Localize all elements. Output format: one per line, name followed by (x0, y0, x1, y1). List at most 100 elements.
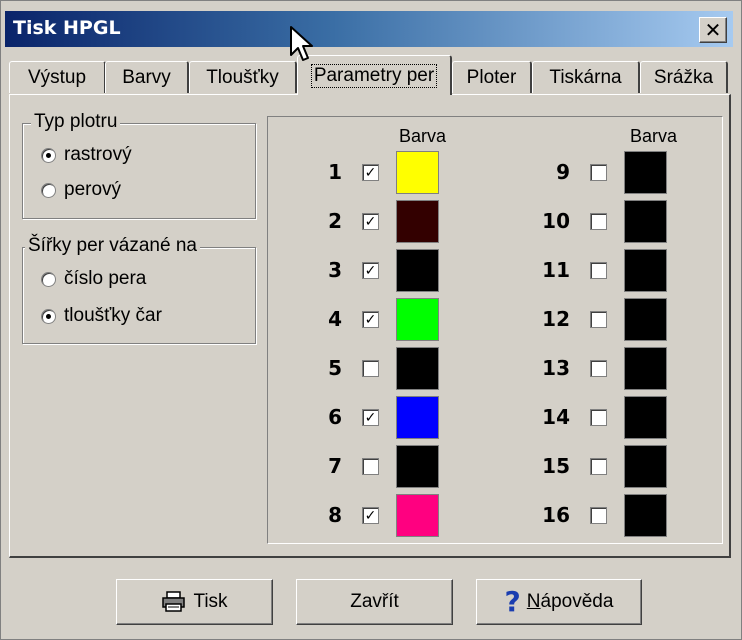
pen-row: 3 ✓ (308, 249, 518, 293)
pen-row: 6 ✓ (308, 396, 518, 440)
question-mark-icon: ? (504, 585, 521, 618)
radio-button[interactable] (41, 308, 56, 324)
print-button[interactable]: Tisk (116, 579, 273, 625)
tab-vystup[interactable]: Výstup (9, 61, 106, 93)
radio-cislo-pera[interactable]: číslo pera (41, 268, 146, 290)
pen-number: 9 (556, 160, 570, 184)
pen-enabled-checkbox[interactable]: ✓ (362, 213, 379, 230)
pen-color-swatch[interactable] (624, 200, 667, 243)
radio-tloustky-car[interactable]: tloušťky čar (41, 305, 162, 327)
pen-enabled-checkbox[interactable] (590, 507, 607, 524)
pen-number: 6 (328, 405, 342, 429)
pen-row: 15 (536, 445, 742, 489)
radio-label: rastrový (64, 144, 132, 165)
pen-color-swatch[interactable] (396, 396, 439, 439)
close-dialog-button[interactable]: Zavřít (296, 579, 453, 625)
pen-color-swatch[interactable] (396, 347, 439, 390)
tab-barvy[interactable]: Barvy (105, 61, 189, 93)
radio-rastrovy[interactable]: rastrový (41, 144, 132, 166)
pen-enabled-checkbox[interactable] (590, 262, 607, 279)
pen-color-swatch[interactable] (624, 494, 667, 537)
pen-number: 13 (542, 356, 570, 380)
close-button-label: Zavřít (350, 591, 399, 612)
pen-row: 8 ✓ (308, 494, 518, 538)
pen-color-swatch[interactable] (624, 396, 667, 439)
pen-enabled-checkbox[interactable]: ✓ (362, 311, 379, 328)
pen-number: 3 (328, 258, 342, 282)
pen-enabled-checkbox[interactable] (590, 458, 607, 475)
pen-row: 13 (536, 347, 742, 391)
radio-label: číslo pera (64, 268, 147, 289)
window-title: Tisk HPGL (13, 17, 121, 39)
pen-color-swatch[interactable] (396, 445, 439, 488)
close-icon: ✕ (704, 18, 722, 42)
plot-type-legend: Typ plotru (31, 111, 121, 133)
pen-enabled-checkbox[interactable] (590, 213, 607, 230)
dialog-window: Tisk HPGL ✕ Výstup Barvy Tloušťky Parame… (0, 0, 742, 640)
radio-button[interactable] (41, 182, 56, 198)
pen-enabled-checkbox[interactable]: ✓ (362, 164, 379, 181)
help-button-label: Nápověda (526, 591, 614, 612)
help-button[interactable]: ? Nápověda (476, 579, 642, 625)
pen-color-swatch[interactable] (624, 347, 667, 390)
pen-enabled-checkbox[interactable] (590, 164, 607, 181)
pen-color-swatch[interactable] (396, 298, 439, 341)
close-button[interactable]: ✕ (699, 17, 727, 43)
plot-type-group: Typ plotru rastrový perový (22, 111, 256, 219)
pen-enabled-checkbox[interactable] (362, 458, 379, 475)
tab-tiskarna[interactable]: Tiskárna (532, 61, 640, 93)
pen-width-legend: Šířky per vázané na (25, 235, 200, 257)
pen-enabled-checkbox[interactable]: ✓ (362, 507, 379, 524)
tab-parametry-per[interactable]: Parametry per (297, 55, 452, 95)
pen-row: 14 (536, 396, 742, 440)
pen-number: 15 (542, 454, 570, 478)
mouse-cursor-icon (290, 26, 313, 61)
printer-icon (162, 591, 186, 612)
radio-perovy[interactable]: perový (41, 179, 121, 201)
pen-color-swatch[interactable] (396, 249, 439, 292)
radio-button[interactable] (41, 271, 56, 287)
color-column-header-right: Barva (630, 126, 678, 146)
pen-enabled-checkbox[interactable] (590, 409, 607, 426)
pen-color-swatch[interactable] (396, 494, 439, 537)
pen-number: 12 (542, 307, 570, 331)
print-button-label: Tisk (193, 591, 228, 612)
tab-strip: Výstup Barvy Tloušťky Parametry per Plot… (9, 55, 735, 95)
pen-number: 16 (542, 503, 570, 527)
pen-enabled-checkbox[interactable] (590, 311, 607, 328)
pen-row: 10 (536, 200, 742, 244)
radio-label: tloušťky čar (64, 305, 162, 326)
pen-row: 1 ✓ (308, 151, 518, 195)
pen-color-swatch[interactable] (624, 445, 667, 488)
pen-enabled-checkbox[interactable] (362, 360, 379, 377)
pen-enabled-checkbox[interactable]: ✓ (362, 409, 379, 426)
pen-color-swatch[interactable] (624, 249, 667, 292)
pen-number: 11 (542, 258, 570, 282)
tab-panel-parametry-per: Typ plotru rastrový perový Šířky per váz… (9, 94, 731, 558)
pen-parameters-panel: Barva Barva 1 ✓ 2 ✓ 3 ✓ 4 ✓ 5 6 ✓ 7 8 ✓ 9 10 11 12 13 14 15… (267, 116, 723, 544)
pen-number: 2 (328, 209, 342, 233)
pen-width-group: Šířky per vázané na číslo pera tloušťky … (22, 235, 256, 344)
pen-color-swatch[interactable] (396, 151, 439, 194)
pen-color-swatch[interactable] (396, 200, 439, 243)
pen-number: 5 (328, 356, 342, 380)
pen-number: 7 (328, 454, 342, 478)
pen-row: 2 ✓ (308, 200, 518, 244)
pen-row: 9 (536, 151, 742, 195)
pen-number: 14 (542, 405, 570, 429)
pen-row: 4 ✓ (308, 298, 518, 342)
radio-label: perový (64, 179, 122, 200)
pen-enabled-checkbox[interactable] (590, 360, 607, 377)
pen-color-swatch[interactable] (624, 151, 667, 194)
pen-row: 11 (536, 249, 742, 293)
pen-row: 16 (536, 494, 742, 538)
tab-ploter[interactable]: Ploter (452, 61, 532, 93)
pen-enabled-checkbox[interactable]: ✓ (362, 262, 379, 279)
tab-tloustky[interactable]: Tloušťky (189, 61, 297, 93)
pen-row: 12 (536, 298, 742, 342)
pen-color-swatch[interactable] (624, 298, 667, 341)
radio-button[interactable] (41, 147, 56, 163)
pen-number: 4 (328, 307, 342, 331)
title-bar[interactable]: Tisk HPGL ✕ (5, 11, 733, 47)
tab-srazka[interactable]: Srážka (640, 61, 728, 93)
